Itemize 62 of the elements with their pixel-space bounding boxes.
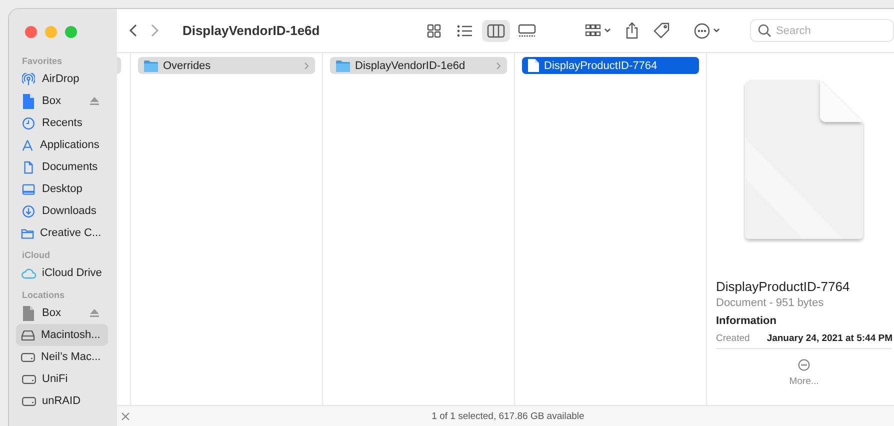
- folder-icon: [336, 60, 350, 72]
- file-icon: [22, 306, 35, 320]
- file-icon: [22, 94, 35, 108]
- field-label: Created: [716, 333, 750, 344]
- window-title: DisplayVendorID-1e6d: [182, 23, 321, 38]
- field-value: January 24, 2021 at 5:44 PM: [766, 333, 892, 344]
- clock-icon: [22, 116, 35, 130]
- search-icon: [758, 24, 771, 37]
- ellipsis-icon: [694, 22, 710, 38]
- group-icon: [585, 24, 601, 38]
- folder-icon: [144, 60, 158, 72]
- more-button[interactable]: [692, 20, 722, 40]
- tag-icon: [653, 22, 670, 39]
- sidebar-item[interactable]: Box: [16, 90, 108, 112]
- gallery-view-icon: [518, 24, 536, 38]
- sidebar-item[interactable]: UniFi: [16, 368, 108, 390]
- drive-icon: [22, 374, 36, 384]
- sidebar-item[interactable]: Applications: [16, 134, 108, 156]
- sidebar-item[interactable]: unRAID: [16, 390, 108, 412]
- list-view-icon: [456, 24, 474, 38]
- section-heading: Information: [716, 315, 778, 327]
- sidebar-item[interactable]: Macintosh...: [16, 324, 108, 346]
- chevron-icon: [713, 28, 720, 33]
- close-icon[interactable]: [121, 412, 130, 420]
- status-text: 1 of 1 selected, 617.86 GB available: [430, 410, 586, 422]
- sidebar-item[interactable]: Creative C...: [16, 222, 108, 244]
- drive-icon: [21, 352, 35, 362]
- chevron-icon: [604, 28, 611, 33]
- sidebar-item[interactable]: Downloads: [16, 200, 108, 222]
- document-icon: [22, 160, 35, 174]
- file-row[interactable]: DisplayVendorID-1e6d: [330, 57, 507, 74]
- drive-icon: [22, 396, 36, 406]
- desktop-icon: [22, 182, 35, 196]
- ellipsis-icon[interactable]: [798, 359, 810, 371]
- folder-icon: [21, 226, 34, 240]
- sidebar-item[interactable]: Desktop: [16, 178, 108, 200]
- sidebar-item[interactable]: Neil’s Mac...: [16, 346, 108, 368]
- share-icon: [625, 22, 639, 39]
- tag-button[interactable]: [651, 20, 672, 41]
- section-heading: Locations: [21, 289, 66, 302]
- download-icon: [22, 204, 35, 218]
- sidebar-item[interactable]: Box: [16, 302, 108, 324]
- sidebar-item[interactable]: Recents: [16, 112, 108, 134]
- view-button[interactable]: [482, 20, 510, 42]
- cloud-icon: [21, 268, 36, 278]
- back-icon[interactable]: [129, 24, 137, 37]
- file-kind-size: Document - 951 bytes: [716, 297, 825, 309]
- section-heading: Favorites: [21, 55, 64, 68]
- more-link[interactable]: More...: [789, 376, 819, 387]
- file-row[interactable]: Overrides: [138, 57, 315, 74]
- sidebar-item[interactable]: Documents: [16, 156, 108, 178]
- document-icon: [528, 59, 539, 72]
- apps-icon: [21, 138, 34, 152]
- section-heading: iCloud: [21, 249, 51, 262]
- sidebar-item[interactable]: AirDrop: [16, 68, 108, 90]
- grid-view-icon: [425, 24, 443, 38]
- airdrop-icon: [22, 72, 35, 86]
- column-view-icon: [487, 24, 505, 38]
- file-name: DisplayProductID-7764: [716, 279, 851, 294]
- sidebar-item[interactable]: iCloud Drive: [16, 262, 108, 284]
- search-field[interactable]: Search: [750, 19, 894, 42]
- file-row[interactable]: DisplayProductID-7764: [522, 57, 699, 74]
